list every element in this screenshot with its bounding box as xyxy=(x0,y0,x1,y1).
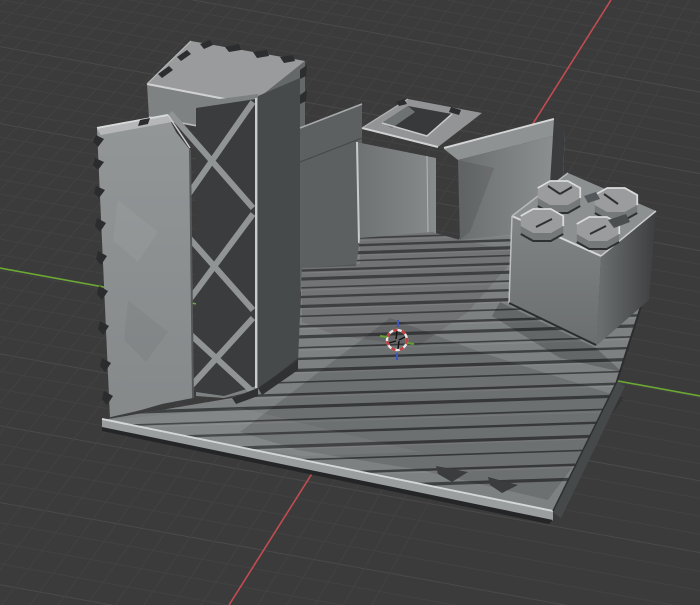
blender-viewport[interactable] xyxy=(0,0,700,605)
cursor-spoke xyxy=(398,341,399,349)
cursor-y-tick xyxy=(407,343,414,344)
back-wall xyxy=(300,104,362,292)
cursor-y-tick xyxy=(380,336,387,337)
left-wall-front-face xyxy=(97,116,193,419)
hollow-box-front-face xyxy=(356,142,436,243)
scene-svg[interactable] xyxy=(0,0,700,605)
tower-body-right-face xyxy=(258,78,300,390)
cursor-spoke xyxy=(396,331,397,339)
